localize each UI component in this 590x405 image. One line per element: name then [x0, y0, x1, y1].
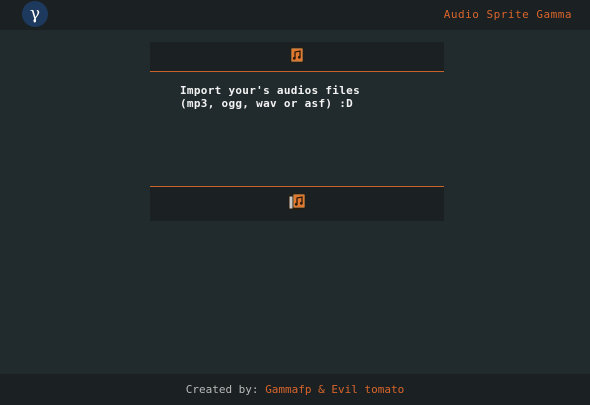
top-bar: γ Audio Sprite Gamma	[0, 0, 590, 30]
author-link-evil-tomato[interactable]: Evil tomato	[331, 383, 404, 396]
import-instructions: Import your's audios files (mp3, ogg, wav…	[180, 84, 360, 110]
logo-glyph: γ	[29, 3, 41, 24]
audio-sprite-icon[interactable]	[288, 193, 306, 215]
footer-prefix: Created by:	[185, 383, 266, 396]
audio-file-icon	[290, 47, 304, 67]
app-title[interactable]: Audio Sprite Gamma	[444, 8, 572, 21]
author-link-gammafp[interactable]: Gammafp	[265, 383, 311, 396]
footer: Created by: Gammafp & Evil tomato	[0, 374, 590, 405]
import-line-2: (mp3, ogg, wav or asf) :D	[180, 97, 354, 110]
sprite-panel-footer	[150, 186, 444, 221]
import-panel-header	[150, 42, 444, 72]
import-line-1: Import your's audios files	[180, 84, 360, 97]
footer-separator: &	[311, 383, 332, 396]
app-logo[interactable]: γ	[22, 1, 48, 27]
file-drop-area[interactable]: Import your's audios files (mp3, ogg, wav…	[150, 73, 444, 186]
